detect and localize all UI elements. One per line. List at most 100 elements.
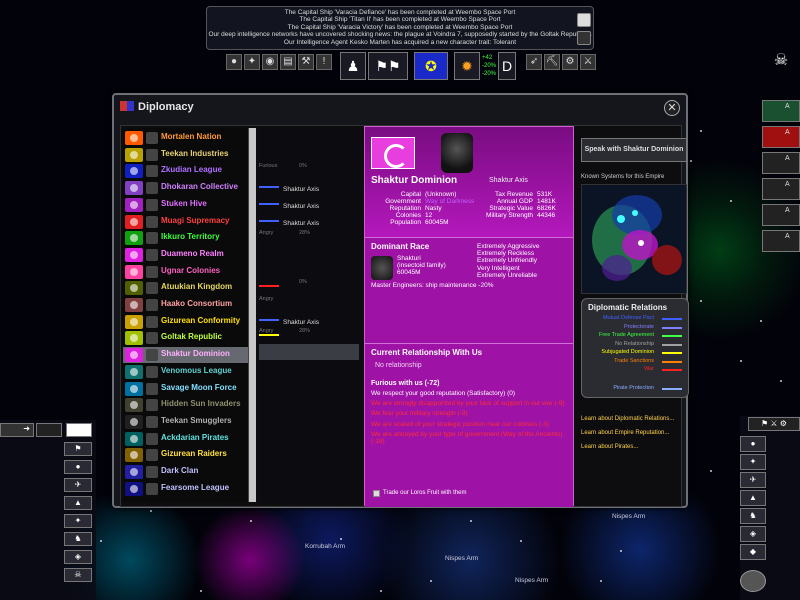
empire-row[interactable]: Mortalen Nation xyxy=(123,130,251,146)
shipyard-icon[interactable]: ⚙ xyxy=(562,54,579,70)
troop-icon[interactable]: ♞ xyxy=(64,532,92,546)
list-item-label: A xyxy=(785,233,790,240)
design-icon[interactable]: ⚒ xyxy=(298,54,314,70)
empire-row[interactable]: Fearsome League xyxy=(123,481,251,497)
legend-row: Trade Sanctions xyxy=(584,358,688,365)
empire-icon[interactable]: ⚑ xyxy=(64,442,92,456)
relationship-factor: We are annoyed by your type of governmen… xyxy=(371,430,563,446)
hourglass-icon[interactable] xyxy=(577,31,591,45)
empire-row[interactable]: Zkudian League xyxy=(123,163,251,179)
list-item[interactable]: A xyxy=(762,178,800,200)
message-line: The Capital Ship 'Varacia Victory' has b… xyxy=(287,23,513,31)
known-systems-minimap[interactable] xyxy=(581,184,687,294)
fleet-icon[interactable]: ✦ xyxy=(64,514,92,528)
empire-row[interactable]: Shaktur Dominion xyxy=(123,347,251,364)
star xyxy=(740,360,742,362)
fleet-icon[interactable]: ✦ xyxy=(244,54,260,70)
construction-icon[interactable]: ⛏ xyxy=(544,54,561,70)
empire-detail-panel: Shaktur Dominion Shaktur Axis Capital (U… xyxy=(364,126,574,507)
empire-row[interactable]: Ugnar Colonies xyxy=(123,264,251,280)
diplomacy-flags-icon[interactable]: ⚑⚑ xyxy=(368,52,408,80)
dominant-race-section: Dominant Race Shakturi (insectoid family… xyxy=(365,237,573,343)
alert-icon[interactable]: ! xyxy=(316,54,332,70)
document-icon[interactable]: ▤ xyxy=(280,54,296,70)
empire-name: Gizurean Conformity xyxy=(161,315,241,325)
relationship-factor: We are scared of your strategic position… xyxy=(371,420,549,428)
empire-header: Shaktur Dominion Shaktur Axis Capital (U… xyxy=(365,127,573,237)
relation-label: Furious xyxy=(259,163,278,169)
empire-row[interactable]: Gizurean Raiders xyxy=(123,447,251,463)
empire-row[interactable]: Teekan Smugglers xyxy=(123,414,251,430)
relation-value: 28% xyxy=(299,328,311,334)
list-item[interactable]: A xyxy=(762,204,800,226)
empire-row[interactable]: Ikkuro Territory xyxy=(123,230,251,246)
empire-list-scrollbar[interactable] xyxy=(248,128,256,502)
help-link[interactable]: Learn about Empire Reputation... xyxy=(581,430,669,436)
empire-row[interactable]: Savage Moon Force xyxy=(123,381,251,397)
fleet-icon[interactable]: ✦ xyxy=(740,454,766,470)
ship-icon[interactable]: ✈ xyxy=(740,472,766,488)
bolt-icon[interactable] xyxy=(66,423,92,437)
base-icon[interactable]: ▲ xyxy=(64,496,92,510)
close-button[interactable]: ✕ xyxy=(664,100,680,116)
panel-tabs[interactable]: ⚑ ⚔ ⚙ xyxy=(748,417,800,431)
relation-row: Angry 28% xyxy=(259,328,359,340)
arrow-right-icon[interactable]: ➜ xyxy=(0,423,34,437)
message-bar: The Capital Ship 'Varacia Defiance' has … xyxy=(206,6,594,50)
planet-icon[interactable]: ● xyxy=(740,436,766,452)
empire-row[interactable]: Teekan Industries xyxy=(123,147,251,163)
empire-row[interactable]: Stuken Hive xyxy=(123,197,251,213)
ship-icon[interactable]: ➶ xyxy=(526,54,543,70)
planet-icon[interactable]: ● xyxy=(226,54,242,70)
planet-icon[interactable]: ● xyxy=(64,460,92,474)
leader-portrait-icon xyxy=(146,232,158,245)
list-item[interactable]: A xyxy=(762,152,800,174)
empire-row[interactable]: Goltak Republic xyxy=(123,330,251,346)
character-icon[interactable]: ♟ xyxy=(340,52,366,80)
pirate-icon[interactable]: ☠ xyxy=(64,568,92,582)
help-link[interactable]: Learn about Diplomatic Relations... xyxy=(581,416,674,422)
trade-checkbox[interactable] xyxy=(373,490,380,497)
map-label: Nispes Arm xyxy=(515,577,549,584)
empire-row[interactable]: Hidden Sun Invaders xyxy=(123,397,251,413)
empire-flag-icon[interactable]: ✪ xyxy=(414,52,448,80)
pirate-skull-icon[interactable]: ☠ xyxy=(762,48,800,74)
star xyxy=(730,200,732,202)
help-link[interactable]: Learn about Pirates... xyxy=(581,444,638,450)
idea-icon[interactable]: ✹ xyxy=(454,52,480,80)
section-title: Dominant Race xyxy=(371,242,430,251)
empire-row[interactable]: Venomous League xyxy=(123,364,251,380)
base-icon[interactable]: ▲ xyxy=(740,490,766,506)
zoom-icon[interactable] xyxy=(740,570,766,592)
spy-icon[interactable]: ◈ xyxy=(64,550,92,564)
empire-row[interactable]: Ackdarian Pirates xyxy=(123,431,251,447)
empire-row[interactable]: Dhokaran Collective xyxy=(123,180,251,196)
legend-line xyxy=(662,343,682,346)
empire-row[interactable]: Muagi Supremacy xyxy=(123,214,251,230)
list-item[interactable]: A xyxy=(762,126,800,148)
ship-icon[interactable]: ✈ xyxy=(64,478,92,492)
mail-icon[interactable] xyxy=(577,13,591,27)
list-item[interactable]: A xyxy=(762,230,800,252)
spy-icon[interactable]: ◈ xyxy=(740,526,766,542)
troop-icon[interactable]: ⚔ xyxy=(580,54,597,70)
empire-flag-icon xyxy=(125,131,143,145)
colony-icon[interactable]: ◆ xyxy=(740,544,766,560)
relation-label: Angry xyxy=(259,296,274,302)
star xyxy=(760,320,762,322)
relation-row: Shaktur Axis xyxy=(259,180,359,193)
empire-name: Ugnar Colonies xyxy=(161,265,221,275)
d-logo-icon[interactable]: D xyxy=(498,52,517,80)
empire-row[interactable]: Dark Clan xyxy=(123,464,251,480)
stat-label: Military Strength xyxy=(486,212,533,219)
troop-icon[interactable]: ♞ xyxy=(740,508,766,524)
list-item[interactable]: A xyxy=(762,100,800,122)
empire-row[interactable]: Atuukian Kingdom xyxy=(123,280,251,296)
empire-row[interactable]: Duameno Realm xyxy=(123,247,251,263)
legend-line xyxy=(662,318,682,320)
empire-row[interactable]: Haako Consortium xyxy=(123,297,251,313)
selection-slot[interactable] xyxy=(36,423,62,437)
empire-row[interactable]: Gizurean Conformity xyxy=(123,314,251,330)
research-icon[interactable]: ◉ xyxy=(262,54,278,70)
speak-button[interactable]: Speak with Shaktur Dominion xyxy=(581,138,687,162)
